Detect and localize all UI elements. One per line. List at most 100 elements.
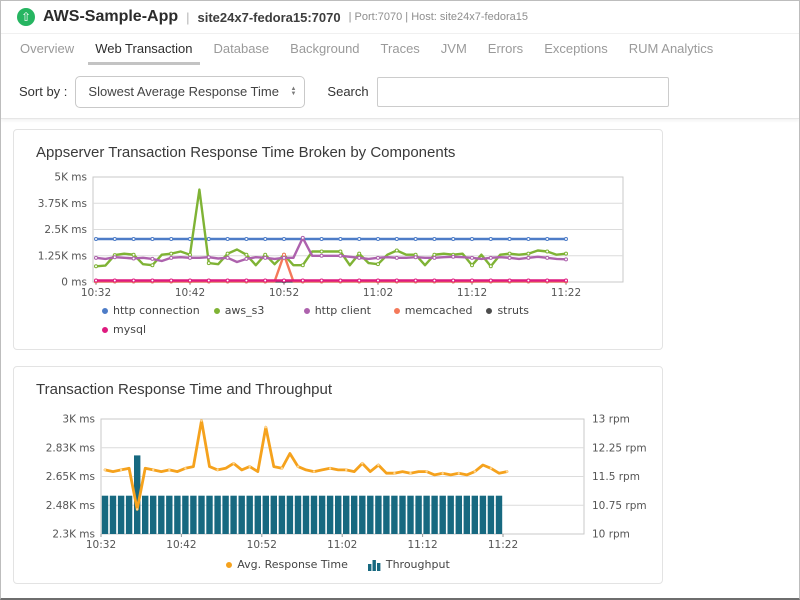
throughput-bar: [174, 496, 180, 534]
svg-text:10:32: 10:32: [86, 539, 116, 551]
response-throughput-card: Transaction Response Time and Throughput…: [13, 366, 663, 584]
legend-label: mysql: [113, 323, 146, 336]
svg-text:2.83K ms: 2.83K ms: [46, 442, 95, 454]
svg-text:11:22: 11:22: [551, 287, 581, 299]
sort-by-label: Sort by :: [19, 84, 67, 99]
svg-text:2.48K ms: 2.48K ms: [46, 500, 95, 512]
svg-text:11:12: 11:12: [407, 539, 437, 551]
svg-text:10:42: 10:42: [175, 287, 205, 299]
legend-ring-icon: [214, 308, 220, 314]
throughput-bar: [448, 496, 454, 534]
response-throughput-chart[interactable]: 2.3K ms10 rpm2.48K ms10.75 rpm2.65K ms11…: [14, 404, 654, 554]
svg-text:10:32: 10:32: [81, 287, 111, 299]
content-area: Appserver Transaction Response Time Brok…: [1, 119, 799, 584]
tab-jvm[interactable]: JVM: [434, 34, 474, 65]
svg-text:3K ms: 3K ms: [62, 414, 95, 426]
header-separator: |: [186, 10, 189, 25]
throughput-bar: [166, 496, 172, 534]
legend-item-mysql[interactable]: mysql: [102, 323, 178, 336]
throughput-bar: [110, 496, 116, 534]
throughput-bar: [464, 496, 470, 534]
throughput-bar: [150, 496, 156, 534]
arrow-up-circle-icon: ⇧: [17, 8, 35, 26]
tab-rum-analytics[interactable]: RUM Analytics: [622, 34, 721, 65]
legend-item-struts[interactable]: struts: [486, 304, 562, 317]
throughput-bar: [488, 496, 494, 534]
components-chart-title: Appserver Transaction Response Time Brok…: [36, 144, 662, 161]
throughput-bar: [440, 496, 446, 534]
svg-text:12.25 rpm: 12.25 rpm: [592, 442, 647, 454]
svg-text:11:02: 11:02: [363, 287, 393, 299]
throughput-bar: [287, 496, 293, 534]
throughput-bar: [255, 496, 261, 534]
svg-text:1.25K ms: 1.25K ms: [38, 250, 87, 262]
throughput-bar: [456, 496, 462, 534]
svg-text:11.5 rpm: 11.5 rpm: [592, 471, 640, 483]
throughput-bar: [182, 496, 188, 534]
legend-ring-icon: [394, 308, 400, 314]
legend-ring-icon: [102, 308, 108, 314]
tab-traces[interactable]: Traces: [374, 34, 427, 65]
throughput-bar: [391, 496, 397, 534]
throughput-bar: [327, 496, 333, 534]
legend-label: memcached: [405, 304, 473, 317]
components-chart-legend: http connection aws_s3 http client memcache…: [102, 301, 607, 339]
legend-ring-icon: [102, 327, 108, 333]
search-label: Search: [327, 84, 368, 99]
components-response-time-card: Appserver Transaction Response Time Brok…: [13, 129, 663, 350]
sort-by-select[interactable]: Slowest Average Response Time ▲▼: [75, 76, 305, 108]
tab-web-transaction[interactable]: Web Transaction: [88, 34, 199, 65]
svg-text:10.75 rpm: 10.75 rpm: [592, 500, 647, 512]
tab-errors[interactable]: Errors: [481, 34, 530, 65]
svg-text:11:12: 11:12: [457, 287, 487, 299]
throughput-bar: [319, 496, 325, 534]
throughput-bar: [351, 496, 357, 534]
svg-text:11:02: 11:02: [327, 539, 357, 551]
throughput-bar: [472, 496, 478, 534]
legend-item-memcached[interactable]: memcached: [394, 304, 473, 317]
legend-label: Avg. Response Time: [237, 558, 348, 571]
tab-background[interactable]: Background: [283, 34, 366, 65]
response-throughput-legend: Avg. Response Time Throughput: [14, 558, 662, 571]
svg-text:3.75K ms: 3.75K ms: [38, 198, 87, 210]
throughput-bar: [496, 496, 502, 534]
svg-text:11:22: 11:22: [488, 539, 518, 551]
sort-by-selected-value: Slowest Average Response Time: [88, 84, 279, 99]
throughput-bar: [415, 496, 421, 534]
legend-item-aws_s3[interactable]: aws_s3: [214, 304, 290, 317]
svg-text:13 rpm: 13 rpm: [592, 414, 630, 426]
throughput-bar: [311, 496, 317, 534]
apm-app-page: ⇧ AWS-Sample-App | site24x7-fedora15:707…: [0, 0, 800, 600]
svg-text:10:42: 10:42: [166, 539, 196, 551]
throughput-bar: [214, 496, 220, 534]
throughput-bar: [239, 496, 245, 534]
tab-exceptions[interactable]: Exceptions: [537, 34, 615, 65]
search-input[interactable]: [377, 77, 669, 107]
legend-item-avg-response-time[interactable]: Avg. Response Time: [226, 558, 348, 571]
throughput-bar: [198, 496, 204, 534]
legend-ring-icon: [226, 562, 232, 568]
throughput-bar: [303, 496, 309, 534]
legend-item-http-client[interactable]: http client: [304, 304, 380, 317]
legend-label: http client: [315, 304, 371, 317]
throughput-bar: [247, 496, 253, 534]
tab-database[interactable]: Database: [207, 34, 277, 65]
filter-toolbar: Sort by : Slowest Average Response Time …: [1, 65, 799, 119]
legend-label: http connection: [113, 304, 200, 317]
throughput-bar: [126, 496, 132, 534]
app-header: ⇧ AWS-Sample-App | site24x7-fedora15:707…: [1, 1, 799, 33]
throughput-bar: [158, 496, 164, 534]
legend-item-http-connection[interactable]: http connection: [102, 304, 200, 317]
components-line-chart[interactable]: 0 ms1.25K ms2.5K ms3.75K ms5K ms10:3210:…: [14, 167, 654, 299]
throughput-bar: [383, 496, 389, 534]
select-updown-icon: ▲▼: [290, 87, 296, 97]
legend-item-throughput[interactable]: Throughput: [368, 558, 450, 571]
throughput-bar: [399, 496, 405, 534]
svg-text:2.5K ms: 2.5K ms: [44, 224, 87, 236]
svg-text:10:52: 10:52: [269, 287, 299, 299]
throughput-bar: [206, 496, 212, 534]
tab-overview[interactable]: Overview: [13, 34, 81, 65]
throughput-bar: [343, 496, 349, 534]
throughput-bar: [359, 496, 365, 534]
legend-ring-icon: [304, 308, 310, 314]
